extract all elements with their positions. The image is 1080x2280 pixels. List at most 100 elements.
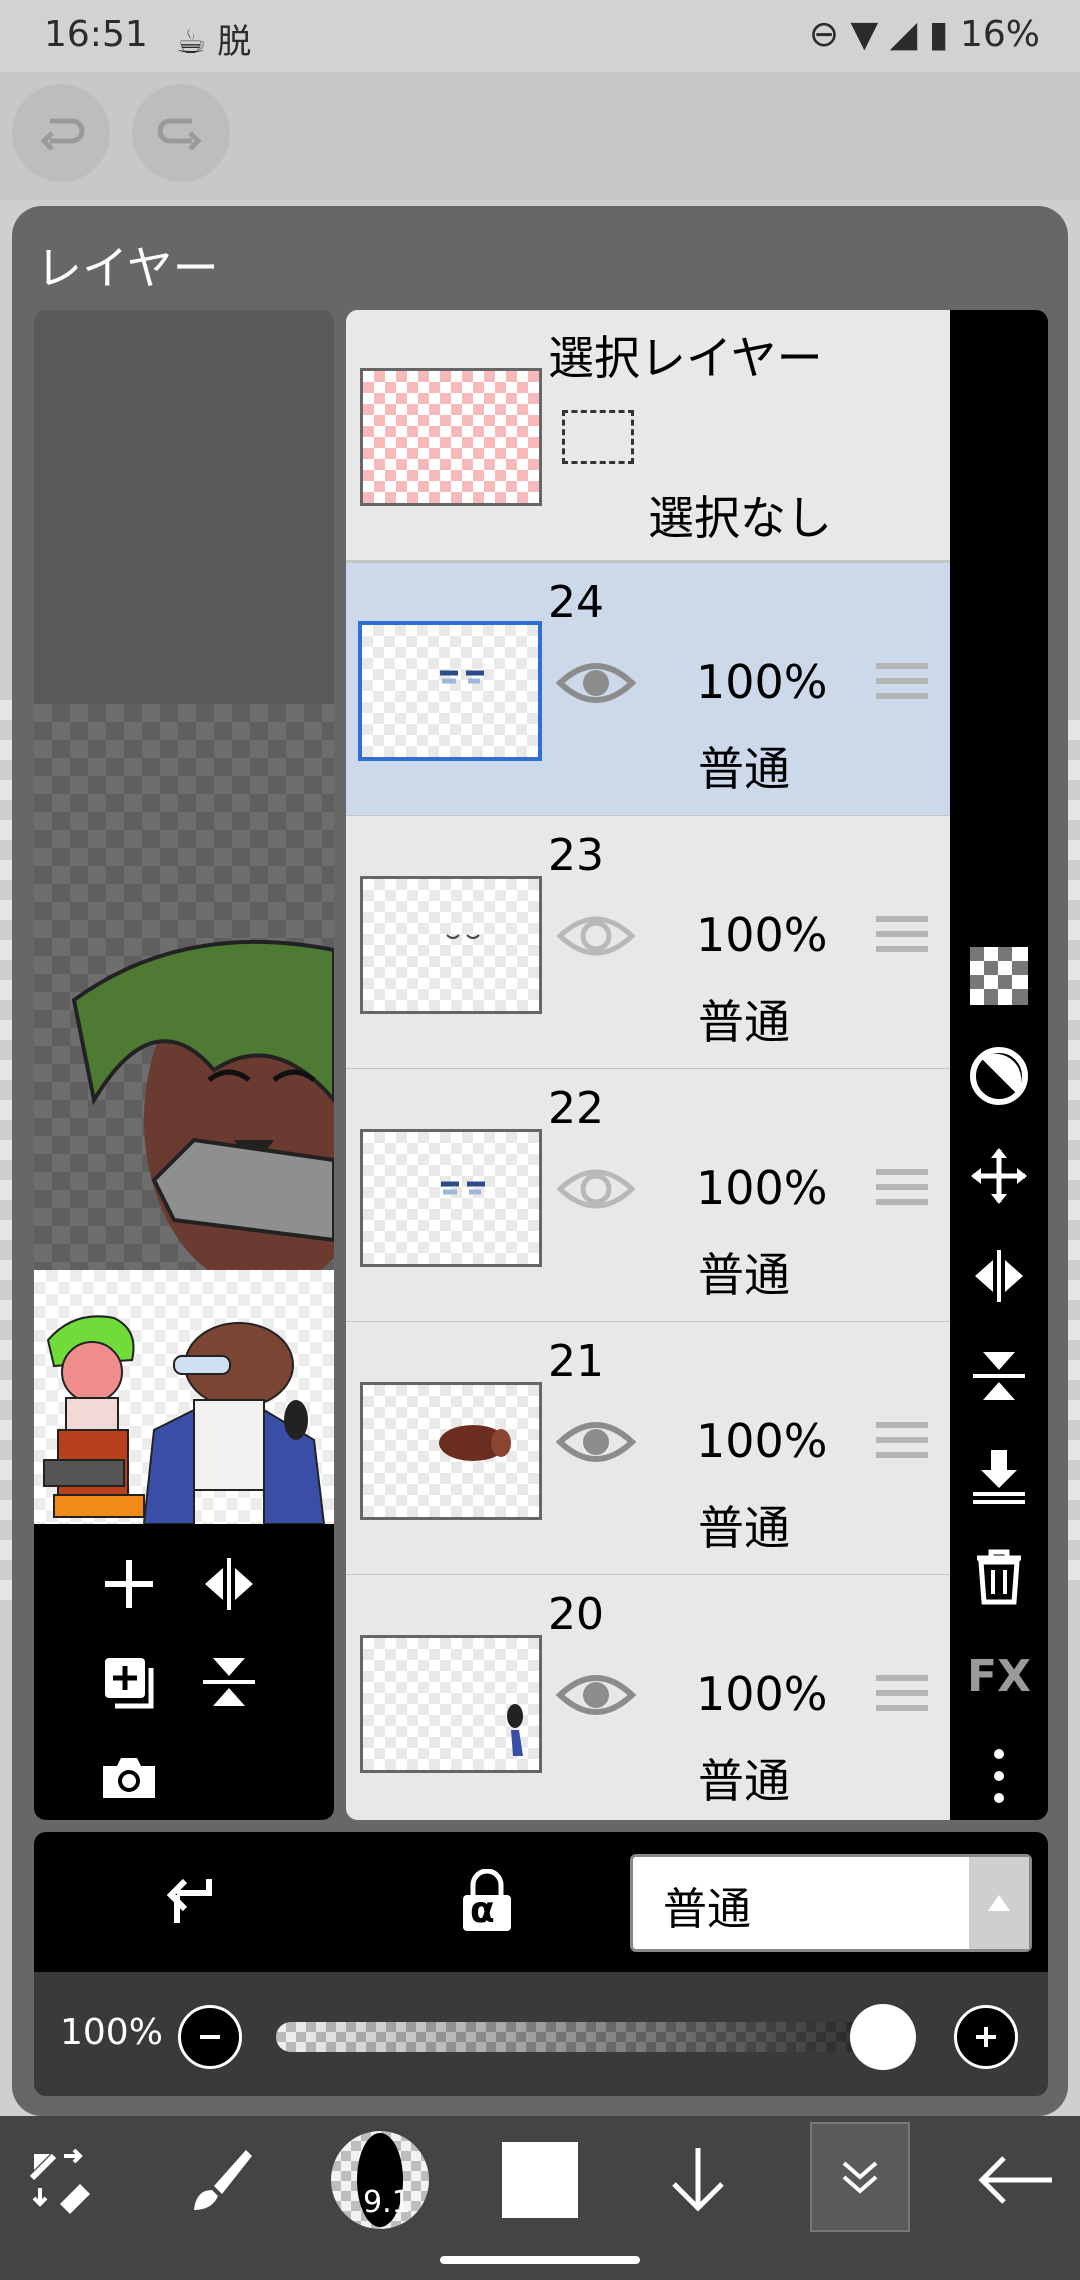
clipping-arrow-button[interactable] bbox=[154, 1866, 224, 1936]
layer-actions-toolbar: FX bbox=[950, 310, 1048, 1820]
status-app-icons: ☕ 脱 bbox=[176, 22, 252, 62]
arrow-down-icon bbox=[672, 2148, 724, 2212]
home-indicator[interactable] bbox=[440, 2256, 640, 2264]
layer-list[interactable]: 選択レイヤー 選択なし 24 100% 普通 23 100% 普通 22 100… bbox=[346, 310, 950, 1820]
layer-row-24[interactable]: 24 100% 普通 bbox=[346, 563, 950, 818]
flip-horizontal-button[interactable] bbox=[189, 1544, 269, 1624]
collapse-panel-button[interactable] bbox=[810, 2122, 910, 2232]
eye-visible-icon[interactable] bbox=[556, 1667, 636, 1723]
layer-opacity: 100% bbox=[696, 908, 828, 962]
clipping-button[interactable] bbox=[969, 1046, 1029, 1106]
layer-row-20[interactable]: 20 100% 普通 bbox=[346, 1575, 950, 1820]
minus-icon bbox=[200, 2035, 220, 2039]
opacity-slider-knob[interactable] bbox=[850, 2004, 916, 2070]
merge-down-button[interactable] bbox=[969, 1446, 1029, 1506]
blend-mode-value: 普通 bbox=[663, 1884, 751, 1935]
layer-opacity: 100% bbox=[696, 655, 828, 709]
add-layer-icon bbox=[105, 1560, 153, 1608]
fx-icon: FX bbox=[967, 1650, 1031, 1702]
layer-row-23[interactable]: 23 100% 普通 bbox=[346, 816, 950, 1071]
layer-row-21[interactable]: 21 100% 普通 bbox=[346, 1322, 950, 1577]
layer-opacity: 100% bbox=[696, 1667, 828, 1721]
move-button[interactable] bbox=[969, 1146, 1029, 1206]
delete-layer-button[interactable] bbox=[969, 1546, 1029, 1606]
layer-number: 24 bbox=[548, 577, 604, 628]
opacity-increase-button[interactable] bbox=[954, 2005, 1018, 2069]
transform-tools-button[interactable] bbox=[20, 2130, 100, 2230]
status-right-icons: ⊖ ▼ ◢ ▮ 16% bbox=[808, 14, 1040, 55]
layer-thumbnail bbox=[360, 1129, 542, 1267]
opacity-slider[interactable] bbox=[276, 2022, 912, 2052]
color-button[interactable] bbox=[500, 2130, 580, 2230]
drag-handle-icon[interactable] bbox=[876, 1675, 928, 1723]
selection-layer-title: 選択レイヤー bbox=[548, 331, 823, 385]
layer-thumbnail bbox=[358, 621, 542, 761]
dropdown-arrow-icon bbox=[969, 1857, 1029, 1949]
flip-horizontal-layer-button[interactable] bbox=[969, 1246, 1029, 1306]
plus-icon bbox=[976, 2027, 996, 2047]
layer-opacity: 100% bbox=[696, 1161, 828, 1215]
blend-mode-select[interactable]: 普通 bbox=[630, 1854, 1032, 1952]
more-options-button[interactable] bbox=[969, 1746, 1029, 1806]
eye-hidden-icon[interactable] bbox=[556, 908, 636, 964]
layer-blend-mode: 普通 bbox=[698, 995, 790, 1049]
eye-visible-icon[interactable] bbox=[556, 1414, 636, 1470]
layer-blend-mode: 普通 bbox=[698, 742, 790, 796]
selection-marquee-icon bbox=[562, 410, 634, 464]
camera-icon bbox=[103, 1758, 155, 1798]
drag-handle-icon[interactable] bbox=[876, 1422, 928, 1470]
panel-title: レイヤー bbox=[36, 241, 219, 295]
camera-button[interactable] bbox=[89, 1738, 169, 1818]
brush-size-value: 9.1 bbox=[363, 2185, 411, 2220]
brush-button[interactable] bbox=[180, 2130, 260, 2230]
collapse-icon bbox=[842, 2161, 878, 2194]
drag-handle-icon[interactable] bbox=[876, 1169, 928, 1217]
alpha-lock-button[interactable]: α bbox=[452, 1866, 522, 1936]
trash-icon bbox=[977, 1549, 1021, 1605]
opacity-label: 100% bbox=[60, 2012, 163, 2053]
layer-number: 20 bbox=[548, 1589, 604, 1640]
more-vertical-icon bbox=[994, 1749, 1004, 1803]
layer-opacity: 100% bbox=[696, 1414, 828, 1468]
layer-number: 23 bbox=[548, 830, 604, 881]
status-time: 16:51 bbox=[44, 14, 148, 55]
layer-blend-mode: 普通 bbox=[698, 1754, 790, 1808]
duplicate-layer-button[interactable] bbox=[89, 1642, 169, 1722]
flip-horizontal-icon bbox=[205, 1558, 253, 1610]
layer-row-22[interactable]: 22 100% 普通 bbox=[346, 1069, 950, 1324]
alpha-lock-label: α bbox=[470, 1890, 495, 1931]
selection-layer-row[interactable]: 選択レイヤー 選択なし bbox=[346, 310, 950, 563]
flip-vertical-button[interactable] bbox=[189, 1642, 269, 1722]
layer-number: 22 bbox=[548, 1083, 604, 1134]
redo-icon bbox=[157, 118, 202, 151]
layer-blend-mode: 普通 bbox=[698, 1248, 790, 1302]
arrow-down-button[interactable] bbox=[658, 2130, 738, 2230]
add-layer-button[interactable] bbox=[89, 1544, 169, 1624]
undo-button[interactable] bbox=[12, 84, 110, 182]
drag-handle-icon[interactable] bbox=[876, 663, 928, 711]
layer-thumbnail bbox=[360, 1635, 542, 1773]
fx-button[interactable]: FX bbox=[967, 1646, 1031, 1706]
flip-vertical-layer-button[interactable] bbox=[969, 1346, 1029, 1406]
flip-vertical-icon bbox=[203, 1658, 255, 1706]
brush-icon bbox=[194, 2150, 252, 2210]
color-swatch-icon bbox=[502, 2142, 578, 2218]
drag-handle-icon[interactable] bbox=[876, 916, 928, 964]
layer-thumbnail bbox=[360, 1382, 542, 1520]
transparency-button[interactable] bbox=[969, 946, 1029, 1006]
layer-blend-mode: 普通 bbox=[698, 1501, 790, 1555]
undo-icon bbox=[40, 118, 85, 151]
opacity-decrease-button[interactable] bbox=[178, 2005, 242, 2069]
brush-size-button[interactable]: 9.1 bbox=[330, 2130, 430, 2230]
eye-visible-icon[interactable] bbox=[556, 655, 636, 711]
duplicate-layer-icon bbox=[105, 1658, 154, 1709]
redo-button[interactable] bbox=[132, 84, 230, 182]
layer-number: 21 bbox=[548, 1336, 604, 1387]
brush-size-icon: 9.1 bbox=[331, 2131, 429, 2229]
selection-layer-thumbnail bbox=[360, 368, 542, 506]
layer-thumbnail bbox=[360, 876, 542, 1014]
canvas-thumbnail[interactable] bbox=[34, 1270, 334, 1524]
thumbnail-art bbox=[43, 1315, 326, 1524]
eye-hidden-icon[interactable] bbox=[556, 1161, 636, 1217]
back-button[interactable] bbox=[976, 2130, 1056, 2230]
